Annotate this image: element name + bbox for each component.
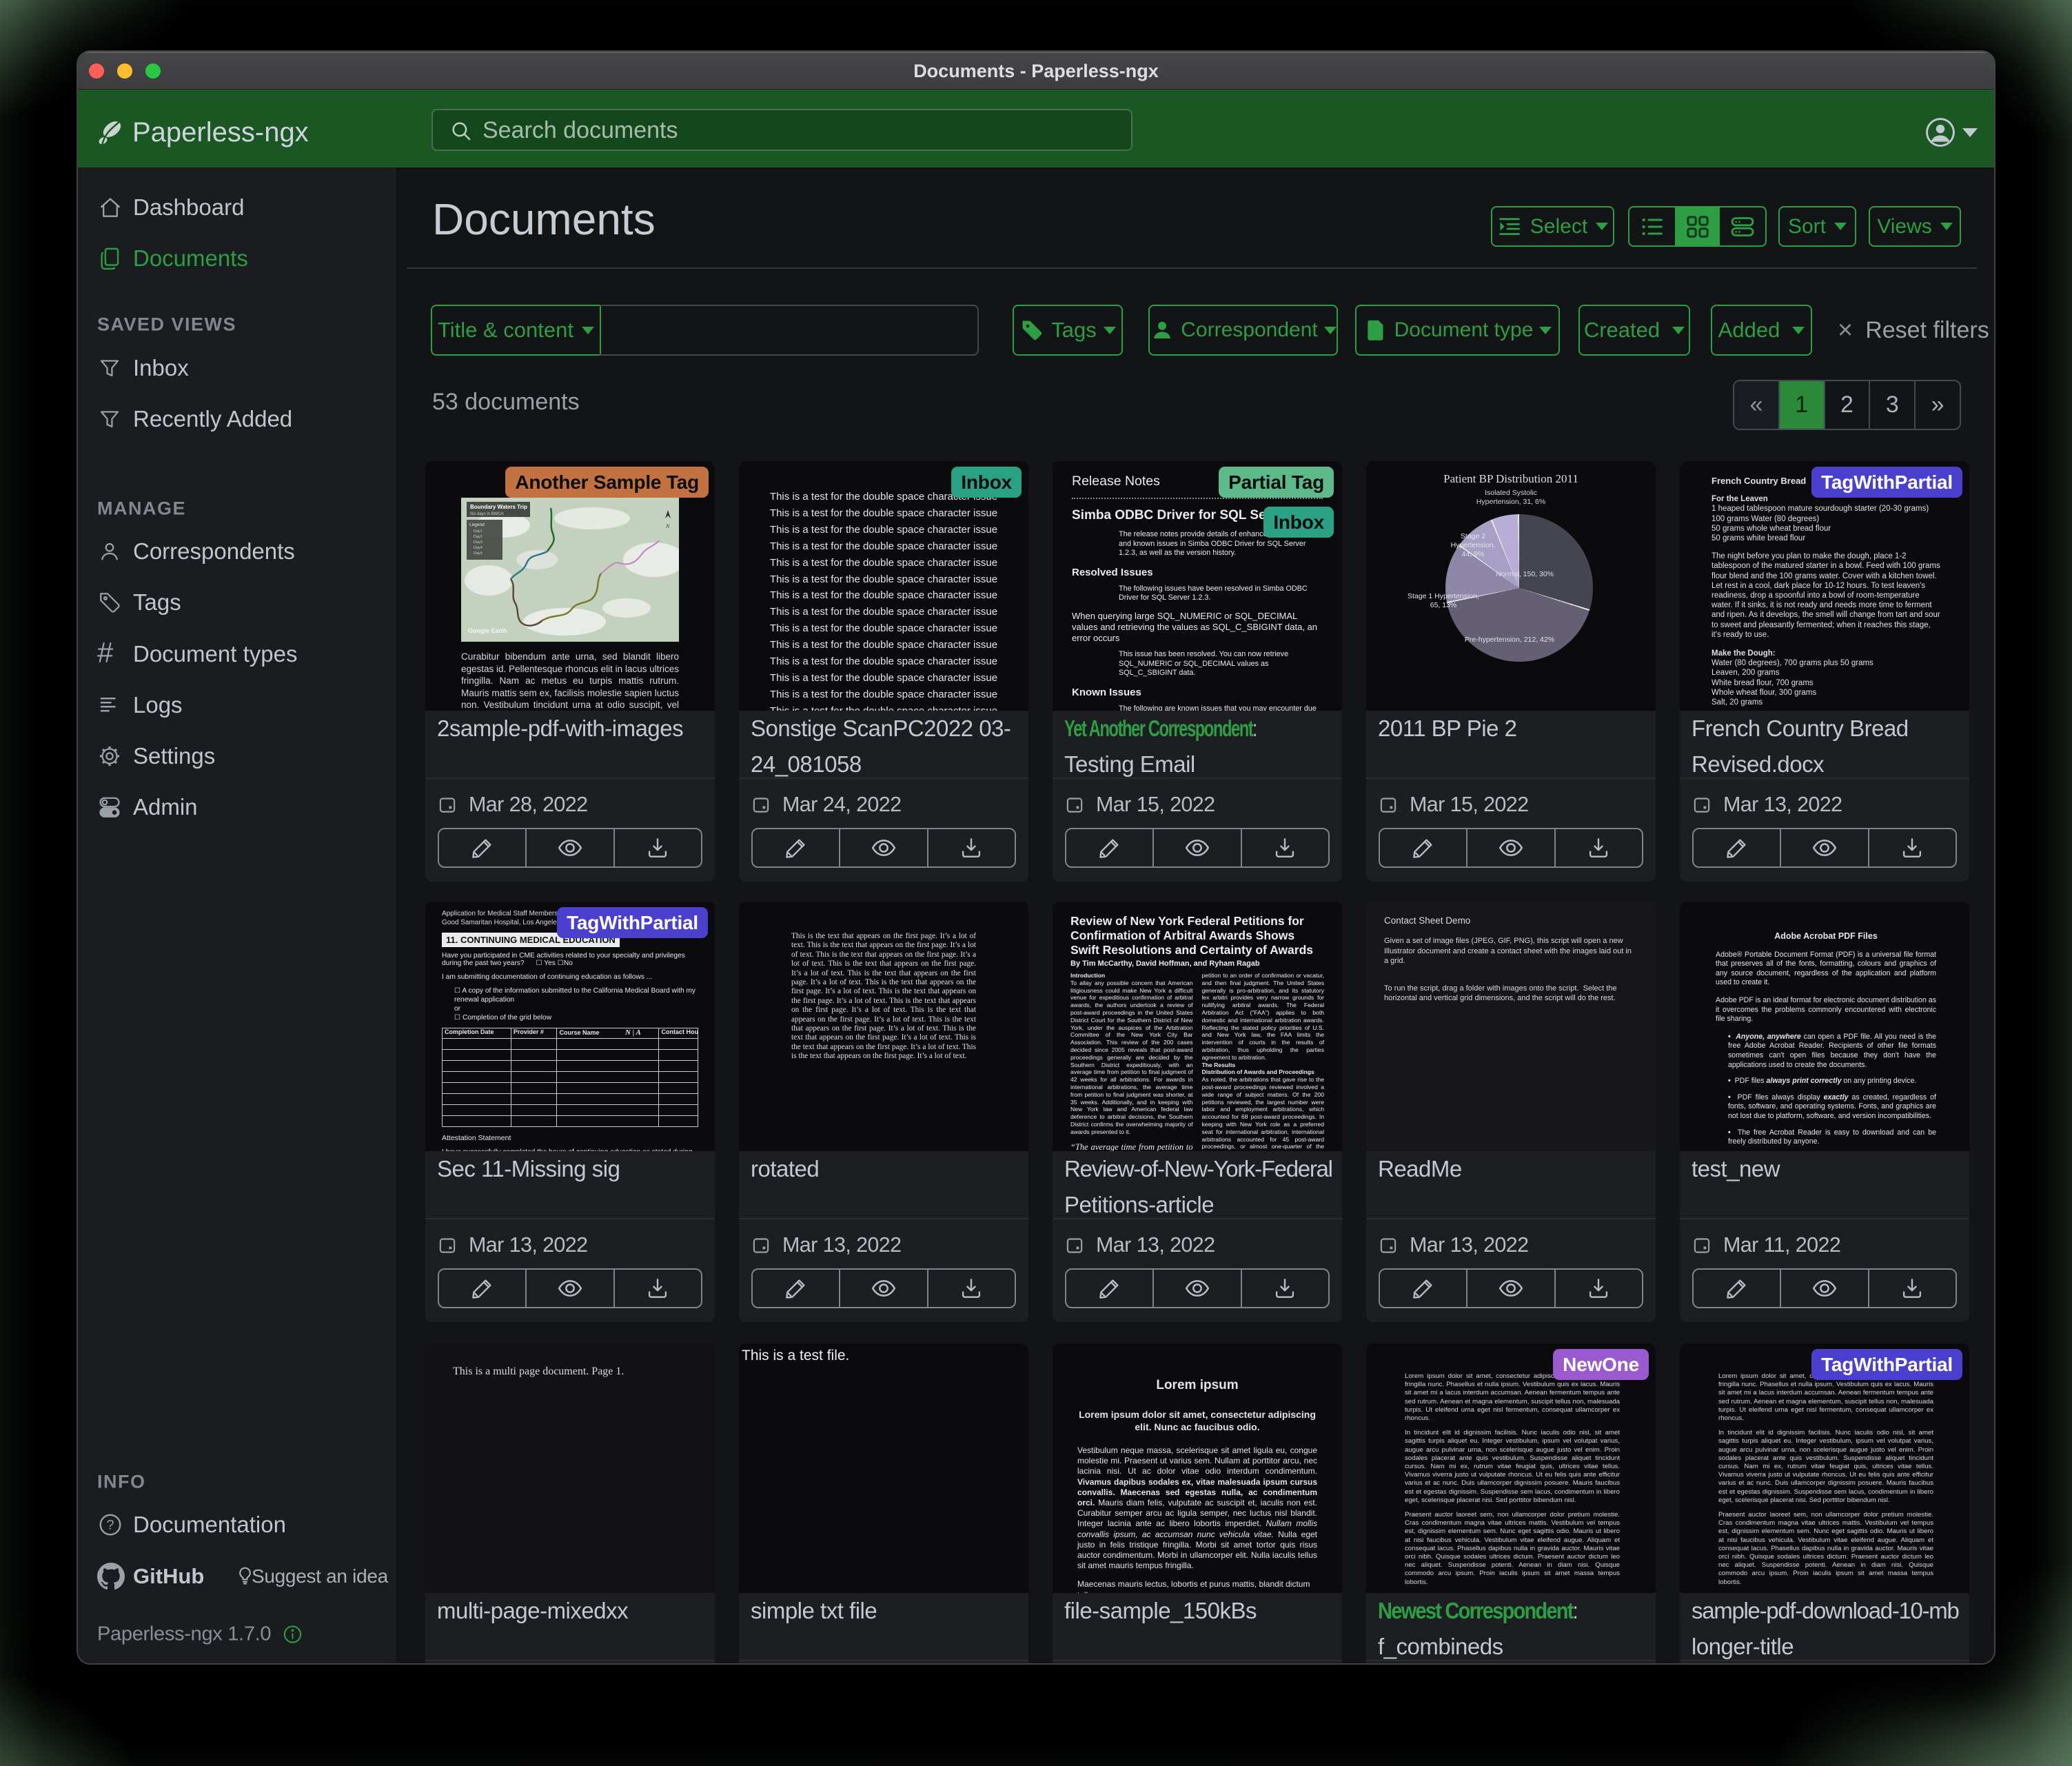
svg-text:Day5: Day5 [474, 551, 483, 556]
svg-text:Day2: Day2 [474, 535, 483, 539]
svg-text:?: ? [106, 1518, 114, 1533]
svg-text:Day1: Day1 [474, 529, 483, 534]
svg-text:Six days in BWCA: Six days in BWCA [470, 512, 504, 516]
svg-text:Day4: Day4 [474, 546, 483, 550]
svg-text:Google Earth: Google Earth [468, 627, 507, 634]
svg-text:N: N [665, 523, 670, 529]
svg-text:Day3: Day3 [474, 540, 483, 545]
svg-text:Legend: Legend [469, 522, 485, 527]
svg-text:Boundary Waters Trip: Boundary Waters Trip [470, 504, 527, 510]
